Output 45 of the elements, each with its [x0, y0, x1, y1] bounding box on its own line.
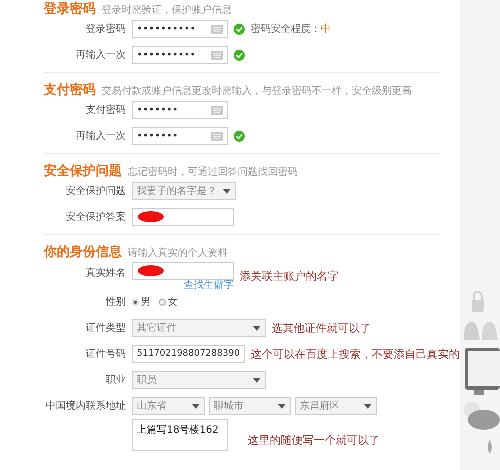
text-field[interactable]: 511702198807288390	[132, 345, 246, 363]
radio-button[interactable]: 男	[132, 295, 151, 309]
caret-icon	[192, 404, 200, 408]
caret-icon	[253, 378, 261, 382]
field-label: 性别	[106, 297, 126, 308]
section-hint: 交易付款或账户信息更改时需输入，与登录密码不一样，安全级别更高	[102, 84, 412, 98]
field-label: 证件类型	[86, 323, 126, 334]
field-label: 安全保护答案	[66, 212, 126, 223]
text-field[interactable]	[132, 262, 234, 280]
caret-icon	[253, 326, 261, 330]
section-title: 你的身份信息	[44, 244, 122, 261]
annotation-text: 添关联主账户的名字	[240, 269, 339, 284]
password-field[interactable]: •••••••	[132, 127, 228, 145]
password-field[interactable]: •••••••	[132, 101, 228, 119]
field-label: 登录密码	[86, 24, 126, 35]
section-hint: 忘记密码时，可通过回答问题找回密码	[128, 166, 298, 179]
field-label: 中国境内联系地址	[46, 401, 126, 412]
field-label: 职业	[106, 375, 126, 386]
address-textarea[interactable]: 上篇写18号楼162	[132, 419, 228, 451]
section-hint: 请输入真实的个人资料	[128, 246, 228, 260]
field-label: 再输入一次	[76, 131, 126, 142]
section-title: 安全保护问题	[44, 162, 122, 180]
password-strength: 密码安全程度：中	[251, 22, 331, 36]
keyboard-icon[interactable]	[211, 106, 223, 114]
field-label: 安全保护问题	[66, 186, 126, 197]
keyboard-icon[interactable]	[211, 132, 223, 140]
annotation-text: 这个可以在百度上搜索，不要添自己真实的	[251, 346, 460, 362]
annotation-text: 这里的随便写一个就可以了	[248, 432, 380, 448]
keyboard-icon[interactable]	[211, 24, 223, 34]
radio-button[interactable]: 女	[159, 295, 178, 309]
section-title: 登录密码	[44, 0, 96, 18]
section-hint: 登录时需验证，保护账户信息	[102, 4, 232, 17]
keyboard-icon[interactable]	[211, 50, 223, 60]
password-field[interactable]: ••••••••••	[132, 20, 228, 38]
field-label: 真实姓名	[86, 268, 126, 279]
field-label: 再输入一次	[76, 50, 126, 61]
text-field[interactable]	[132, 208, 234, 226]
caret-icon	[223, 188, 231, 194]
field-label: 支付密码	[86, 105, 126, 116]
field-label: 证件号码	[86, 349, 126, 360]
caret-icon	[364, 404, 372, 408]
annotation-text: 选其他证件就可以了	[272, 320, 371, 336]
caret-icon	[278, 404, 286, 408]
section-title: 支付密码	[44, 82, 96, 99]
password-field[interactable]: ••••••••••	[132, 46, 228, 64]
